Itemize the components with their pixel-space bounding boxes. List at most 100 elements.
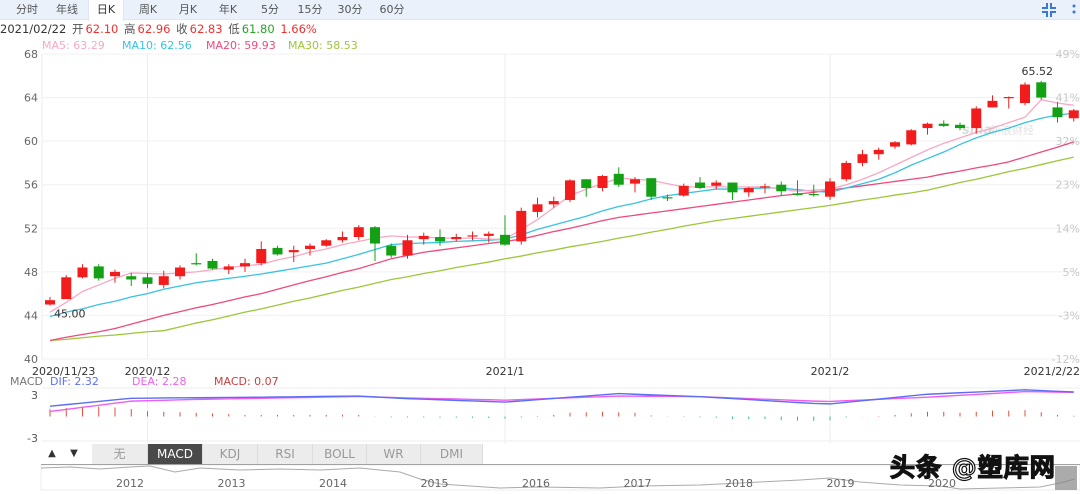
candle <box>613 167 624 187</box>
navigator-year-label: 2015 <box>421 477 449 490</box>
svg-text:新浪财经: 新浪财经 <box>990 123 1034 137</box>
candle-body <box>662 197 673 199</box>
tab-60min[interactable]: 60分 <box>372 0 412 20</box>
navigator-year-label: 2019 <box>827 477 855 490</box>
candle-body <box>451 237 462 240</box>
candle-body <box>922 123 933 129</box>
quote-date: 2021/02/22 <box>0 22 67 36</box>
tab-weekly-k[interactable]: 周K <box>130 0 166 20</box>
navigator-year-label: 2018 <box>725 477 753 490</box>
candle-body <box>321 240 332 246</box>
y-tick-right-label: 14% <box>1056 222 1080 235</box>
y-tick-label: 52 <box>24 222 38 235</box>
open-value: 62.10 <box>85 22 119 36</box>
y-tick-right-label: 49% <box>1056 50 1080 61</box>
candle-body <box>727 182 738 193</box>
x-tick-label: 2021/2/22 <box>1024 365 1080 378</box>
candle-body <box>223 266 234 270</box>
tab-monthly-k[interactable]: 月K <box>170 0 206 20</box>
candle <box>841 160 852 182</box>
candle <box>77 264 88 279</box>
candle <box>1052 101 1063 123</box>
candle <box>565 179 575 203</box>
candle-body <box>45 300 55 305</box>
candle <box>223 264 234 275</box>
indicator-tab-none[interactable]: 无 <box>92 444 148 464</box>
candle-body <box>126 276 137 280</box>
indicator-tab-rsi[interactable]: RSI <box>258 444 313 464</box>
candle <box>142 272 153 289</box>
candle-body <box>873 149 884 155</box>
candle <box>272 245 283 256</box>
candle-body <box>776 184 787 192</box>
y-tick-label: 68 <box>24 50 38 61</box>
candle <box>516 207 527 245</box>
vertical-dots-icon[interactable] <box>1072 3 1076 17</box>
y-tick-label: 60 <box>24 135 38 148</box>
indicator-tab-wr[interactable]: WR <box>367 444 421 464</box>
candle-body <box>825 181 835 197</box>
candle <box>695 177 705 190</box>
candle <box>857 149 868 167</box>
candle <box>548 196 559 208</box>
candle-body <box>158 276 169 285</box>
candle-body <box>565 180 575 200</box>
candle-body <box>906 130 917 145</box>
candle <box>890 141 900 149</box>
candle-body <box>77 267 88 278</box>
collapse-fullscreen-icon[interactable] <box>1042 3 1056 17</box>
candle-body <box>857 154 868 163</box>
candle <box>500 215 510 246</box>
close-label: 收 <box>176 22 188 36</box>
ma5-line <box>49 99 1074 313</box>
tab-30min[interactable]: 30分 <box>332 0 368 20</box>
tab-fenshi[interactable]: 分时 <box>10 0 44 20</box>
candle-body <box>370 227 380 244</box>
indicator-tab-kdj[interactable]: KDJ <box>203 444 258 464</box>
candle-body <box>142 277 153 284</box>
x-tick-label: 2021/1 <box>486 365 525 378</box>
candle <box>256 241 267 266</box>
y-tick-right-label: -3% <box>1059 309 1080 322</box>
macd-chart[interactable]: 3 -3 <box>0 386 1080 444</box>
navigator-year-label: 2012 <box>116 477 144 490</box>
tab-daily-k[interactable]: 日K <box>88 0 124 21</box>
candle-body <box>500 234 510 245</box>
scroll-up-button[interactable]: ▲ <box>41 444 63 464</box>
candle-body <box>467 235 478 237</box>
indicator-tab-macd[interactable]: MACD <box>148 444 203 464</box>
candle-body <box>1036 82 1047 98</box>
change-percent: 1.66% <box>280 22 317 36</box>
y-tick-label: 56 <box>24 179 38 192</box>
candle <box>1036 81 1047 100</box>
tab-15min[interactable]: 15分 <box>292 0 328 20</box>
navigator-range-handle[interactable] <box>1055 466 1077 490</box>
tab-nianxian[interactable]: 年线 <box>50 0 84 20</box>
tab-5min[interactable]: 5分 <box>254 0 286 20</box>
overlay-watermark: 头条 @塑库网 <box>889 452 1056 482</box>
candle-body <box>841 162 852 180</box>
candle-body <box>711 182 722 186</box>
candle <box>1003 96 1014 109</box>
candle <box>825 178 835 200</box>
tab-yearly-k[interactable]: 年K <box>210 0 246 20</box>
scroll-down-button[interactable]: ▼ <box>63 444 85 464</box>
candle-body <box>548 201 559 205</box>
y-tick-right-label: 5% <box>1063 266 1080 279</box>
candle-body <box>597 176 608 188</box>
candle-body <box>207 260 218 269</box>
kline-chart[interactable]: 68 49%64 41%60 32%56 23%52 14%48 5%44 -3%40 -12%… <box>0 50 1080 380</box>
macd-y-tick: 3 <box>31 389 38 402</box>
candle-body <box>305 245 315 249</box>
candle-body <box>646 178 657 197</box>
candle-body <box>353 227 364 237</box>
candle-body <box>1003 97 1014 99</box>
candle <box>1020 82 1030 106</box>
candle <box>321 239 332 247</box>
candle-body <box>402 240 413 256</box>
candle <box>1068 108 1079 122</box>
indicator-tab-dmi[interactable]: DMI <box>421 444 483 464</box>
candle <box>402 234 413 259</box>
indicator-tab-boll[interactable]: BOLL <box>313 444 367 464</box>
candle <box>337 231 348 243</box>
